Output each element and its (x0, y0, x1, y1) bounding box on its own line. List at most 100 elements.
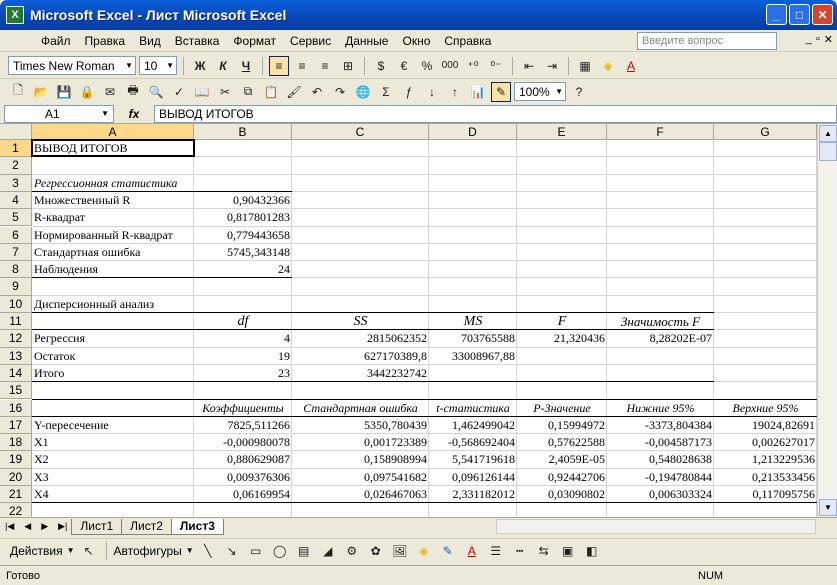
tab-sheet1[interactable]: Лист1 (71, 518, 123, 535)
cell-c19[interactable]: 0,158908994 (292, 451, 429, 468)
cell-f17[interactable]: -3373,804384 (607, 417, 714, 434)
cell-f21[interactable]: 0,006303324 (607, 486, 714, 503)
textbox-icon[interactable]: ▤ (294, 541, 314, 561)
row-header-15[interactable]: 15 (0, 382, 32, 400)
cell-c17[interactable]: 5350,780439 (292, 417, 429, 434)
select-objects-icon[interactable]: ↖ (79, 541, 99, 561)
minimize-button[interactable]: _ (766, 4, 787, 25)
cell-c16[interactable]: Стандартная ошибка (292, 400, 429, 417)
cell-e11[interactable]: F (517, 313, 607, 330)
menu-help[interactable]: Справка (437, 34, 498, 48)
cell-g18[interactable]: 0,002627017 (714, 434, 817, 451)
cell-b12[interactable]: 4 (194, 330, 292, 347)
font-name-select[interactable]: Times New Roman ▼ (8, 56, 136, 75)
function-icon[interactable]: ƒ (399, 82, 419, 102)
save-icon[interactable]: 💾 (54, 82, 74, 102)
row-header-3[interactable]: 3 (0, 174, 32, 192)
increase-decimal-icon[interactable]: ⁺⁰ (463, 56, 483, 76)
cell-f11[interactable]: Значимость F (607, 313, 714, 330)
cell-a12[interactable]: Регрессия (32, 330, 194, 347)
cell-b4[interactable]: 0,90432366 (194, 192, 292, 209)
insert-function-button[interactable]: fx (114, 107, 154, 121)
row-header-20[interactable]: 20 (0, 468, 32, 486)
prev-sheet-icon[interactable]: ◀ (19, 521, 36, 532)
cell-b11[interactable]: df (194, 313, 292, 330)
cell-f12[interactable]: 8,28202E-07 (607, 330, 714, 347)
cell-c11[interactable]: SS (292, 313, 429, 330)
tab-sheet2[interactable]: Лист2 (121, 518, 172, 535)
paste-icon[interactable]: 📋 (261, 82, 281, 102)
dash-style-icon[interactable]: ┅ (510, 541, 530, 561)
shadow-icon[interactable]: ▣ (558, 541, 578, 561)
clipart-icon[interactable]: ✿ (366, 541, 386, 561)
cell-b6[interactable]: 0,779443658 (194, 227, 292, 244)
cell-a4[interactable]: Множественный R (32, 192, 194, 209)
column-header-c[interactable]: C (292, 124, 429, 140)
cell-a19[interactable]: X2 (32, 451, 194, 468)
formula-input[interactable]: ВЫВОД ИТОГОВ (154, 104, 837, 123)
menu-file[interactable]: Файл (34, 34, 78, 48)
cell-g19[interactable]: 1,213229536 (714, 451, 817, 468)
cell-b13[interactable]: 19 (194, 348, 292, 365)
row-header-16[interactable]: 16 (0, 399, 32, 417)
row-header-7[interactable]: 7 (0, 243, 32, 262)
new-file-icon[interactable]: 🗋 (8, 82, 28, 102)
maximize-button[interactable]: □ (789, 4, 810, 25)
column-header-f[interactable]: F (607, 124, 714, 140)
spreadsheet-grid[interactable]: A B C D E F G 1 ВЫВОД ИТОГОВ 2 3 Регрессионная стат… (0, 124, 817, 517)
wordart-icon[interactable]: ◢ (318, 541, 338, 561)
decrease-indent-icon[interactable]: ⇤ (519, 56, 539, 76)
tab-sheet3[interactable]: Лист3 (170, 518, 224, 535)
column-header-g[interactable]: G (714, 124, 817, 140)
menu-insert[interactable]: Вставка (168, 34, 227, 48)
bold-button[interactable]: Ж (190, 56, 210, 76)
autoshapes-menu[interactable]: Автофигуры (114, 544, 182, 558)
zoom-select[interactable]: 100% ▼ (514, 82, 566, 101)
row-header-14[interactable]: 14 (0, 364, 32, 383)
cell-b17[interactable]: 7825,511266 (194, 417, 292, 434)
cell-d16[interactable]: t-статистика (429, 400, 517, 417)
cut-icon[interactable]: ✂ (215, 82, 235, 102)
doc-close-button[interactable]: ✕ (824, 33, 833, 46)
cell-c21[interactable]: 0,026467063 (292, 486, 429, 503)
scroll-down-icon[interactable]: ▼ (819, 499, 837, 516)
cell-e16[interactable]: P-Значение (517, 400, 607, 417)
cell-b19[interactable]: 0,880629087 (194, 451, 292, 468)
row-header-1[interactable]: 1 (0, 140, 32, 158)
cell-d19[interactable]: 5,541719618 (429, 451, 517, 468)
cell-a13[interactable]: Остаток (32, 348, 194, 365)
row-header-6[interactable]: 6 (0, 226, 32, 244)
percent-button[interactable]: % (417, 56, 437, 76)
hyperlink-icon[interactable]: 🌐 (353, 82, 373, 102)
borders-icon[interactable]: ▦ (575, 56, 595, 76)
chart-wizard-icon[interactable]: 📊 (468, 82, 488, 102)
row-header-21[interactable]: 21 (0, 486, 32, 504)
horizontal-scrollbar[interactable] (496, 519, 816, 534)
print-preview-icon[interactable]: 🔍 (146, 82, 166, 102)
last-sheet-icon[interactable]: ▶| (53, 521, 72, 532)
underline-button[interactable]: Ч (236, 56, 256, 76)
cell-g16[interactable]: Верхние 95% (714, 400, 817, 417)
cell-e20[interactable]: 0,92442706 (517, 469, 607, 486)
row-header-9[interactable]: 9 (0, 278, 32, 296)
cell-a7[interactable]: Стандартная ошибка (32, 244, 194, 261)
column-header-b[interactable]: B (194, 124, 292, 140)
open-file-icon[interactable]: 📂 (31, 82, 51, 102)
cell-a21[interactable]: X4 (32, 486, 194, 503)
arrow-style-icon[interactable]: ⇆ (534, 541, 554, 561)
font-color-icon[interactable]: A (621, 56, 641, 76)
fill-color-icon[interactable]: ◈ (598, 56, 618, 76)
line-color-icon[interactable]: ✎ (438, 541, 458, 561)
cell-a8[interactable]: Наблюдения (32, 261, 194, 278)
3d-icon[interactable]: ◧ (582, 541, 602, 561)
drawing-toggle-icon[interactable]: ✎ (491, 81, 511, 102)
currency-icon[interactable]: $ (371, 56, 391, 76)
row-header-11[interactable]: 11 (0, 313, 32, 331)
align-center-icon[interactable]: ≡ (292, 56, 312, 76)
cell-f16[interactable]: Нижние 95% (607, 400, 714, 417)
sort-descending-icon[interactable]: ↑ (445, 82, 465, 102)
cell-d18[interactable]: -0,568692404 (429, 434, 517, 451)
cell-f19[interactable]: 0,548028638 (607, 451, 714, 468)
cell-b8[interactable]: 24 (194, 261, 292, 278)
row-header-19[interactable]: 19 (0, 451, 32, 469)
